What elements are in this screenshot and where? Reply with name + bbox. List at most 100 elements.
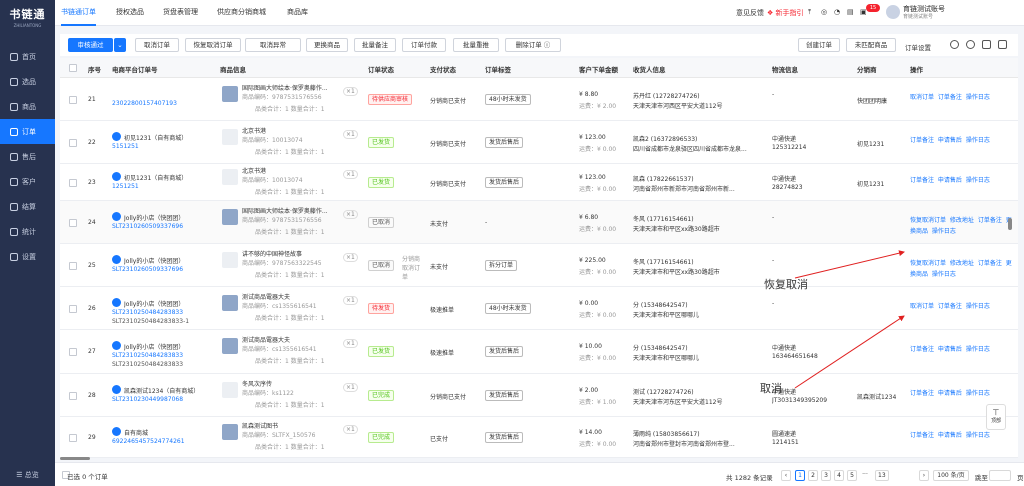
row-checkbox[interactable] — [69, 348, 77, 356]
row-checkbox[interactable] — [69, 219, 77, 227]
order-number-link[interactable]: SLT2310230449987068 — [112, 396, 208, 403]
delete-order-button[interactable]: 删除订单 ⓘ — [505, 38, 561, 52]
order-number-link[interactable]: 5151251 — [112, 143, 208, 150]
page-button[interactable]: 13 — [875, 470, 889, 481]
sidebar-item-selection[interactable]: 选品 — [0, 69, 55, 94]
avatar[interactable] — [886, 5, 900, 19]
logistics-company: 中通快递 — [772, 136, 797, 143]
pay-status: 未支付 — [430, 221, 449, 228]
row-actions[interactable]: 订单备注 申请售后 操作日志 — [910, 388, 1016, 399]
row-checkbox[interactable] — [69, 434, 77, 442]
order-number-link[interactable]: SLT2310260509337696 — [112, 266, 208, 273]
refresh-icon[interactable] — [950, 40, 959, 49]
page-size-select[interactable]: 100 条/页 — [933, 470, 969, 481]
upload-icon[interactable]: ⤒ — [808, 8, 811, 17]
eye-icon[interactable]: ◎ — [821, 8, 827, 16]
order-number-link[interactable]: SLT2310250484283833 — [112, 309, 208, 316]
order-number-link[interactable]: 6922465457524774261 — [112, 438, 208, 445]
feedback-link[interactable]: 意见反馈 — [736, 8, 764, 18]
row-checkbox[interactable] — [69, 96, 77, 104]
prev-page-button[interactable]: ‹ — [781, 470, 791, 481]
store-name: Jolly的小店（快团团） — [124, 258, 185, 265]
row-actions[interactable]: 恢复取消订单 修改地址 订单备注 更换商品 操作日志 — [910, 258, 1016, 280]
quantity-badge: ×1 — [343, 383, 358, 392]
restore-cancel-button[interactable]: 恢复取消订单 — [185, 38, 241, 52]
guide-link[interactable]: ❖ 新手指引 — [767, 8, 804, 18]
sidebar-item-stats[interactable]: 统计 — [0, 219, 55, 244]
batch-remark-button[interactable]: 批量备注 — [354, 38, 396, 52]
tab-2[interactable]: 货盘表管理 — [163, 0, 198, 26]
create-order-button[interactable]: 创建订单 — [798, 38, 840, 52]
export-icon[interactable] — [982, 40, 991, 49]
logistics-company: 圆通速递 — [772, 431, 797, 438]
row-actions[interactable]: 订单备注 申请售后 操作日志 — [910, 175, 1016, 186]
tab-3[interactable]: 供应商分销商城 — [217, 0, 266, 26]
row-actions[interactable]: 取消订单 订单备注 操作日志 — [910, 92, 1016, 103]
sidebar-item-customers[interactable]: 客户 — [0, 169, 55, 194]
row-actions[interactable]: 订单备注 申请售后 操作日志 — [910, 430, 1016, 441]
page-button[interactable]: 1 — [795, 470, 805, 481]
tab-1[interactable]: 授权选品 — [116, 0, 144, 26]
order-number-link[interactable]: 1251251 — [112, 183, 208, 190]
review-pass-button[interactable]: 审核通过 — [68, 38, 113, 52]
unmatched-goods-button[interactable]: 未匹配商品 — [846, 38, 896, 52]
row-actions[interactable]: 恢复取消订单 修改地址 订单备注 更换商品 操作日志 — [910, 215, 1016, 237]
sidebar-item-goods[interactable]: 商品 — [0, 94, 55, 119]
row-checkbox[interactable] — [69, 139, 77, 147]
receiver-address: 天津天津市和平区xx路30路超市 — [633, 226, 720, 233]
order-number-link[interactable]: SLT2310250484283833 — [112, 352, 208, 359]
row-checkbox[interactable] — [69, 179, 77, 187]
fullscreen-icon[interactable] — [998, 40, 1007, 49]
doc-icon[interactable]: ▤ — [847, 8, 854, 16]
sidebar-item-home[interactable]: 首页 — [0, 44, 55, 69]
cancel-order-button[interactable]: 取消订单 — [135, 38, 179, 52]
row-checkbox[interactable] — [69, 262, 77, 270]
order-settings-dropdown[interactable]: 订单设置 — [905, 42, 931, 52]
order-amount: ¥ 2.00 — [579, 387, 599, 394]
row-actions[interactable]: 订单备注 申请售后 操作日志 — [910, 344, 1016, 355]
headset-icon[interactable]: ◔ — [834, 8, 840, 16]
cancel-exception-button[interactable]: 取消异常 — [245, 38, 301, 52]
page-button[interactable]: 2 — [808, 470, 818, 481]
customers-icon — [10, 177, 18, 186]
tracking-number: 163464651648 — [772, 353, 818, 360]
page-button[interactable]: ··· — [860, 470, 870, 481]
order-number-link[interactable]: SLT2310260509337696 — [112, 223, 208, 230]
store-name: 凯森测试1234（自有商城） — [124, 388, 200, 395]
sidebar-item-settings[interactable]: 设置 — [0, 244, 55, 269]
horizontal-scrollbar[interactable] — [60, 457, 90, 460]
gear-icon[interactable] — [966, 40, 975, 49]
product-title: 北京书港 — [242, 168, 267, 175]
sidebar-item-aftersale[interactable]: 售后 — [0, 144, 55, 169]
table-header: 序号 电商平台订单号 商品信息 订单状态 支付状态 订单标签 客户下单金额 收货人信息 物流信息… — [60, 58, 1018, 78]
replace-goods-button[interactable]: 更换商品 — [306, 38, 348, 52]
store-icon — [112, 385, 121, 394]
quantity-badge: ×1 — [343, 130, 358, 139]
store-name: Jolly的小店（快团团） — [124, 215, 185, 222]
tab-0[interactable]: 书链通订单 — [61, 0, 96, 26]
row-actions[interactable]: 订单备注 申请售后 操作日志 — [910, 135, 1016, 146]
product-summary: 品类合计：1 数量合计：1 — [255, 358, 325, 365]
tab-4[interactable]: 商品库 — [287, 0, 308, 26]
sidebar-item-orders[interactable]: 订单 — [0, 119, 55, 144]
select-all-checkbox[interactable] — [69, 64, 77, 72]
page-button[interactable]: 4 — [834, 470, 844, 481]
row-checkbox[interactable] — [69, 305, 77, 313]
row-checkbox[interactable] — [69, 392, 77, 400]
back-to-top-button[interactable]: ⊤ 顶部 — [986, 404, 1006, 430]
overview-button[interactable]: ☰ 总览 — [0, 470, 55, 480]
page-button[interactable]: 3 — [821, 470, 831, 481]
receiver-name: 薄雨纯 (15803856617) — [633, 431, 700, 438]
batch-repush-button[interactable]: 批量重推 — [453, 38, 499, 52]
sidebar-item-settlement[interactable]: 结算 — [0, 194, 55, 219]
distributor: 初见1231 — [857, 181, 885, 188]
row-actions[interactable]: 取消订单 订单备注 操作日志 — [910, 301, 1016, 312]
review-dropdown-button[interactable]: ⌄ — [114, 38, 126, 52]
next-page-button[interactable]: › — [919, 470, 929, 481]
jump-input[interactable] — [989, 470, 1011, 481]
order-number-link[interactable]: 23022800157407193 — [112, 100, 208, 107]
page-button[interactable]: 5 — [847, 470, 857, 481]
order-pay-button[interactable]: 订单付款 — [402, 38, 446, 52]
vertical-scrollbar[interactable] — [1008, 218, 1012, 230]
row-number: 23 — [88, 179, 96, 186]
